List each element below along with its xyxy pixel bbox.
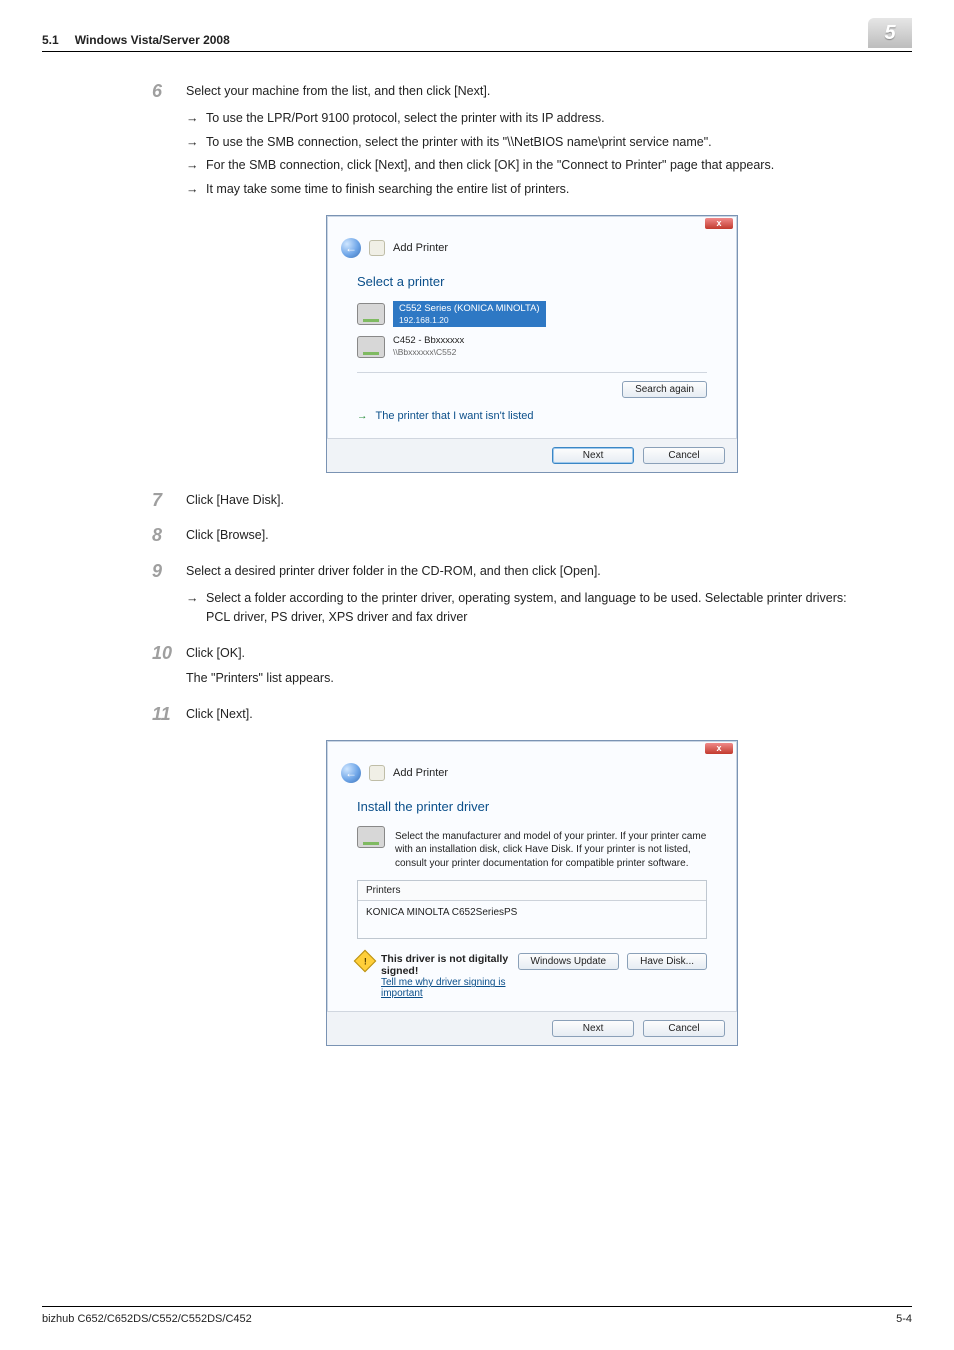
cancel-button[interactable]: Cancel: [643, 447, 725, 464]
footer-page: 5-4: [896, 1313, 912, 1325]
printers-header: Printers: [358, 881, 706, 901]
step-text: Click [OK].: [186, 644, 334, 663]
step-number: 9: [152, 562, 186, 580]
cancel-button[interactable]: Cancel: [643, 1020, 725, 1037]
search-again-button[interactable]: Search again: [622, 381, 707, 398]
printers-list: Printers KONICA MINOLTA C652SeriesPS: [357, 880, 707, 939]
step-number: 10: [152, 644, 186, 662]
step-note: The "Printers" list appears.: [186, 669, 334, 688]
printer-name: C452 - Bbxxxxxx: [393, 335, 464, 347]
step-number: 8: [152, 526, 186, 544]
printer-not-listed-link[interactable]: The printer that I want isn't listed: [376, 410, 534, 422]
dialog-heading: Install the printer driver: [357, 799, 707, 814]
bullet-subtext: PCL driver, PS driver, XPS driver and fa…: [206, 610, 467, 624]
step-text: Click [Have Disk].: [186, 491, 284, 510]
arrow-icon: →: [186, 589, 206, 608]
step-text: Click [Next].: [186, 705, 253, 724]
section-number: 5.1: [42, 33, 59, 47]
section-title: Windows Vista/Server 2008: [75, 33, 230, 47]
warning-icon: !: [354, 950, 377, 973]
bullet-text: To use the LPR/Port 9100 protocol, selec…: [206, 109, 774, 128]
printer-icon: [369, 765, 385, 781]
printer-icon: [357, 826, 385, 848]
printer-address: 192.168.1.20: [399, 315, 540, 326]
bullet-text: To use the SMB connection, select the pr…: [206, 133, 774, 152]
bullet-text: It may take some time to finish searchin…: [206, 180, 774, 199]
driver-signing-link[interactable]: Tell me why driver signing is important: [381, 977, 510, 999]
printer-icon: [357, 303, 385, 325]
printers-list-item[interactable]: KONICA MINOLTA C652SeriesPS: [358, 901, 706, 938]
printer-icon: [369, 240, 385, 256]
step-number: 7: [152, 491, 186, 509]
footer-product: bizhub C652/C652DS/C552/C552DS/C452: [42, 1313, 252, 1325]
step-text: Select a desired printer driver folder i…: [186, 562, 847, 581]
arrow-icon: →: [357, 410, 368, 422]
add-printer-dialog-select: x ← Add Printer Select a printer C552 Se…: [326, 215, 738, 473]
printer-name: C552 Series (KONICA MINOLTA): [399, 303, 540, 315]
dialog-title: Add Printer: [393, 767, 448, 779]
dialog-heading: Select a printer: [357, 274, 707, 289]
step-text: Select your machine from the list, and t…: [186, 82, 774, 101]
dialog-description: Select the manufacturer and model of you…: [395, 830, 707, 871]
step-text: Click [Browse].: [186, 526, 269, 545]
chapter-chip: 5: [868, 18, 912, 48]
arrow-icon: →: [186, 180, 206, 199]
arrow-icon: →: [186, 133, 206, 152]
step-number: 6: [152, 82, 186, 100]
printer-icon: [357, 336, 385, 358]
have-disk-button[interactable]: Have Disk...: [627, 953, 707, 970]
back-icon[interactable]: ←: [341, 763, 361, 783]
step-number: 11: [152, 705, 186, 723]
bullet-text: For the SMB connection, click [Next], an…: [206, 156, 774, 175]
printer-list-item-selected[interactable]: C552 Series (KONICA MINOLTA) 192.168.1.2…: [357, 301, 707, 328]
arrow-icon: →: [186, 156, 206, 175]
printer-address: \\Bbxxxxxx\C552: [393, 347, 464, 358]
dialog-title: Add Printer: [393, 242, 448, 254]
windows-update-button[interactable]: Windows Update: [518, 953, 620, 970]
close-icon[interactable]: x: [705, 218, 733, 229]
next-button[interactable]: Next: [552, 1020, 634, 1037]
next-button[interactable]: Next: [552, 447, 634, 464]
printer-list-item[interactable]: C452 - Bbxxxxxx \\Bbxxxxxx\C552: [357, 335, 707, 358]
add-printer-dialog-install: x ← Add Printer Install the printer driv…: [326, 740, 738, 1047]
bullet-text: Select a folder according to the printer…: [206, 591, 847, 605]
warning-text: This driver is not digitally signed!: [381, 953, 510, 977]
arrow-icon: →: [186, 109, 206, 128]
close-icon[interactable]: x: [705, 743, 733, 754]
back-icon[interactable]: ←: [341, 238, 361, 258]
